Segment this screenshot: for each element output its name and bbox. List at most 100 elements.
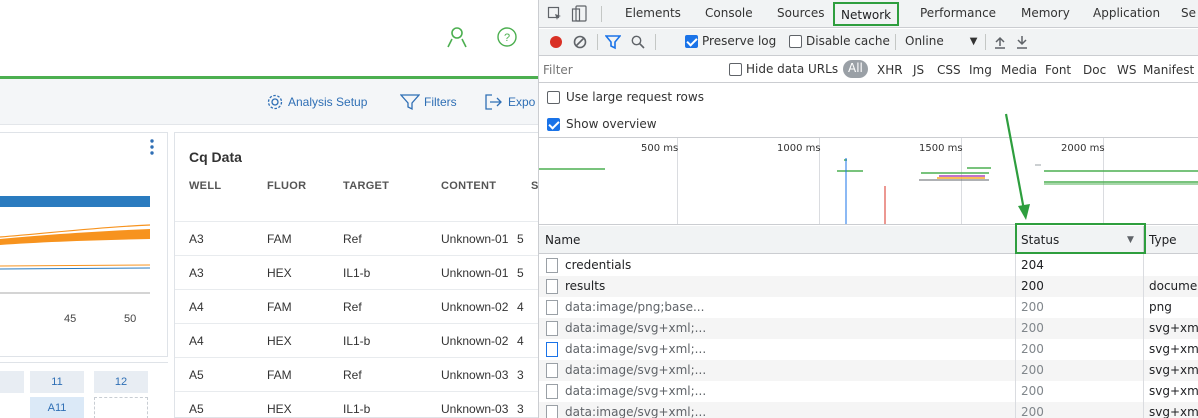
cq-data-panel: Cq Data WELL FLUOR TARGET CONTENT S A3 F… — [174, 132, 538, 418]
preserve-log-checkbox[interactable]: Preserve log — [685, 34, 776, 48]
request-type: png — [1149, 300, 1172, 314]
table-row[interactable]: A4 HEX IL1-b Unknown-02 4 — [175, 323, 538, 357]
export-har-icon[interactable] — [1015, 35, 1029, 49]
request-status: 200 — [1021, 363, 1044, 377]
cell-content: Unknown-02 — [441, 300, 509, 314]
filter-type-xhr[interactable]: XHR — [877, 63, 903, 77]
filters-label: Filters — [424, 95, 457, 109]
column-divider — [1143, 254, 1144, 418]
checkbox-checked[interactable] — [547, 117, 560, 131]
filter-type-doc[interactable]: Doc — [1083, 63, 1106, 77]
request-row[interactable]: data:image/svg+xml;... 200 svg+xml — [539, 360, 1198, 381]
search-icon[interactable] — [631, 35, 645, 49]
col-header-target[interactable]: TARGET — [343, 180, 389, 192]
network-request-table: Name Status ▼ Type credentials 204 resul… — [539, 223, 1198, 418]
tab-performance[interactable]: Performance — [920, 6, 996, 20]
user-icon[interactable] — [446, 26, 468, 48]
plate-well[interactable]: A11 — [30, 397, 84, 418]
filter-type-js[interactable]: JS — [913, 63, 924, 77]
checkbox-unchecked[interactable] — [729, 62, 742, 76]
filters-button[interactable]: Filters — [400, 92, 457, 112]
column-divider — [1015, 254, 1016, 418]
plate-column-header[interactable]: 11 — [30, 371, 84, 393]
filter-type-img[interactable]: Img — [969, 63, 992, 77]
toolbar-divider — [601, 6, 602, 22]
col-header-sample[interactable]: S — [531, 180, 538, 192]
cell-fluor: FAM — [267, 300, 292, 314]
request-row[interactable]: data:image/svg+xml;... 200 svg+xml — [539, 318, 1198, 339]
tab-sources[interactable]: Sources — [777, 6, 824, 20]
filter-type-ws[interactable]: WS — [1117, 63, 1136, 77]
document-icon — [546, 258, 558, 273]
request-name: data:image/svg+xml;... — [565, 342, 707, 356]
clear-icon[interactable] — [573, 35, 587, 49]
cell-target: Ref — [343, 368, 362, 382]
toolbar-divider — [985, 34, 986, 50]
request-row[interactable]: credentials 204 — [539, 255, 1198, 276]
request-status: 200 — [1021, 342, 1044, 356]
filter-input[interactable] — [543, 60, 713, 80]
help-icon[interactable]: ? — [496, 26, 518, 48]
tab-application[interactable]: Application — [1093, 6, 1160, 20]
tab-memory[interactable]: Memory — [1021, 6, 1070, 20]
request-row[interactable]: data:image/svg+xml;... 200 svg+xml — [539, 402, 1198, 418]
x-tick-label: 50 — [124, 313, 137, 325]
cell-sample: 3 — [517, 368, 524, 382]
filter-type-media[interactable]: Media — [1001, 63, 1037, 77]
network-overview-timeline[interactable]: 500 ms 1000 ms 1500 ms 2000 ms — [539, 137, 1198, 225]
large-rows-option[interactable]: Use large request rows — [547, 90, 704, 104]
filter-type-all[interactable]: All — [843, 60, 868, 78]
hide-data-urls-checkbox[interactable]: Hide data URLs — [729, 62, 838, 76]
filter-type-css[interactable]: CSS — [937, 63, 961, 77]
cell-fluor: HEX — [267, 402, 292, 416]
tab-security[interactable]: Se — [1181, 6, 1196, 20]
table-row[interactable]: A3 HEX IL1-b Unknown-01 5 — [175, 255, 538, 289]
filter-type-manifest[interactable]: Manifest — [1143, 63, 1194, 77]
checkbox-unchecked[interactable] — [789, 34, 802, 48]
checkbox-checked[interactable] — [685, 34, 698, 48]
col-header-type[interactable]: Type — [1149, 233, 1177, 247]
image-file-icon — [546, 363, 558, 378]
device-toolbar-icon[interactable] — [571, 5, 587, 23]
col-header-content[interactable]: CONTENT — [441, 180, 496, 192]
import-har-icon[interactable] — [993, 35, 1007, 49]
disable-cache-checkbox[interactable]: Disable cache — [789, 34, 890, 48]
cell-well: A5 — [189, 402, 204, 416]
plate-column-header[interactable]: 12 — [94, 371, 148, 393]
image-file-icon — [546, 342, 558, 357]
request-row[interactable]: data:image/svg+xml;... 200 svg+xml — [539, 339, 1198, 360]
throttling-select[interactable]: Online ▼ — [905, 34, 977, 48]
table-row[interactable]: A5 HEX IL1-b Unknown-03 3 — [175, 391, 538, 417]
inspect-element-icon[interactable] — [547, 6, 563, 22]
request-row[interactable]: results 200 documer — [539, 276, 1198, 297]
request-type: svg+xml — [1149, 363, 1198, 377]
request-type: svg+xml — [1149, 384, 1198, 398]
request-type: svg+xml — [1149, 321, 1198, 335]
filter-bar: Hide data URLs All XHR JS CSS Img Media … — [539, 57, 1198, 83]
network-toolbar: Preserve log Disable cache Online ▼ — [539, 29, 1198, 56]
table-row[interactable]: A3 FAM Ref Unknown-01 5 — [175, 221, 538, 255]
request-row[interactable]: data:image/svg+xml;... 200 svg+xml — [539, 381, 1198, 402]
request-name: data:image/svg+xml;... — [565, 384, 707, 398]
record-icon[interactable] — [549, 35, 563, 49]
show-overview-option[interactable]: Show overview — [547, 117, 657, 131]
request-type: svg+xml — [1149, 405, 1198, 418]
col-header-name[interactable]: Name — [545, 233, 580, 247]
tab-elements[interactable]: Elements — [625, 6, 681, 20]
checkbox-unchecked[interactable] — [547, 90, 560, 104]
request-row[interactable]: data:image/png;base... 200 png — [539, 297, 1198, 318]
col-header-well[interactable]: WELL — [189, 180, 221, 192]
filter-funnel-icon[interactable] — [605, 35, 621, 50]
plate-well[interactable] — [94, 397, 148, 418]
tab-network[interactable]: Network — [833, 2, 900, 26]
request-name: credentials — [565, 258, 632, 272]
analysis-setup-button[interactable]: Analysis Setup — [266, 92, 367, 112]
col-header-fluor[interactable]: FLUOR — [267, 180, 306, 192]
export-button[interactable]: Expo — [484, 92, 535, 112]
table-row[interactable]: A5 FAM Ref Unknown-03 3 — [175, 357, 538, 391]
table-row[interactable]: A4 FAM Ref Unknown-02 4 — [175, 289, 538, 323]
filter-type-font[interactable]: Font — [1045, 63, 1071, 77]
plate-column-header-partial — [0, 371, 24, 393]
tab-console[interactable]: Console — [705, 6, 753, 20]
filter-icon — [400, 94, 420, 111]
